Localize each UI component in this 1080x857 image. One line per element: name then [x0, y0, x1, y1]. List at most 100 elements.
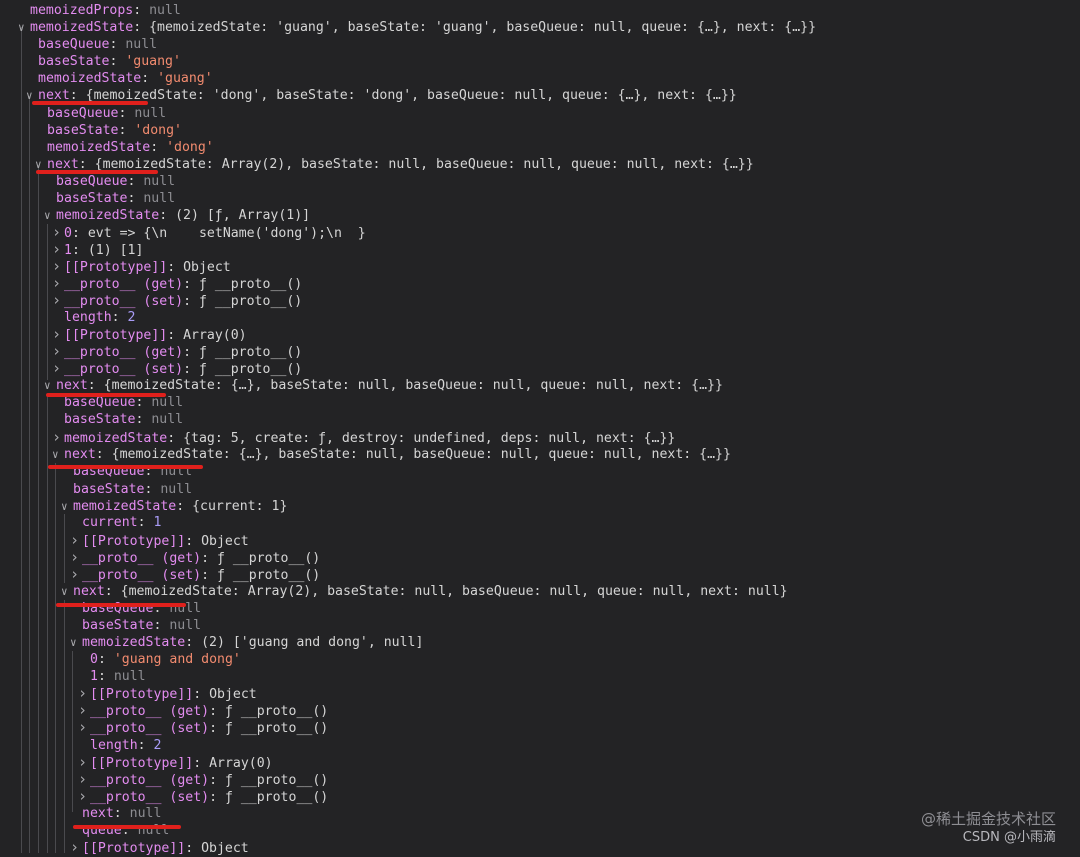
key-separator: : — [111, 310, 128, 325]
tree-row-memoizedstate[interactable]: ∨ memoizedState: {current: 1} — [61, 498, 287, 515]
property-value: ƒ __proto__() — [198, 362, 303, 377]
chevron-right-icon[interactable]: › — [78, 771, 90, 788]
property-value: null — [149, 3, 181, 18]
property-value: {memoizedState: 'dong', baseState: 'dong… — [85, 88, 737, 103]
tree-row-proto-set[interactable]: › __proto__ (set): ƒ __proto__() — [52, 292, 302, 310]
property-key: memoizedState — [38, 71, 142, 86]
key-separator: : — [144, 482, 161, 497]
property-value: null — [169, 618, 202, 633]
chevron-right-icon[interactable]: › — [70, 532, 82, 549]
chevron-right-icon[interactable]: › — [52, 241, 64, 258]
tree-row-proto-get[interactable]: › __proto__ (get): ƒ __proto__() — [70, 549, 320, 567]
tree-row-proto-set[interactable]: › __proto__ (set): ƒ __proto__() — [52, 360, 303, 378]
chevron-down-icon[interactable]: ∨ — [52, 446, 64, 463]
chevron-down-icon[interactable]: ∨ — [44, 377, 56, 394]
chevron-right-icon[interactable]: › — [70, 566, 82, 583]
csdn-watermark: CSDN @小雨滴 — [962, 830, 1056, 845]
property-key: 0 — [64, 226, 72, 241]
chevron-down-icon[interactable]: ∨ — [61, 583, 73, 600]
tree-row-basestate: baseState: 'guang' — [38, 53, 181, 70]
key-separator: : — [109, 54, 126, 69]
property-key: length — [64, 310, 112, 325]
key-separator: : — [113, 806, 130, 821]
tree-row-proto-set[interactable]: › __proto__ (set): ƒ __proto__() — [78, 719, 328, 737]
tree-row-proto-set[interactable]: › __proto__ (set): ƒ __proto__() — [70, 566, 320, 584]
chevron-right-icon[interactable]: › — [52, 258, 64, 275]
tree-row-next[interactable]: ∨ next: {memoizedState: Array(2), baseSta… — [61, 583, 788, 600]
tree-row-next[interactable]: ∨ next: {memoizedState: {…}, baseState: n… — [52, 446, 731, 463]
tree-row-proto-get[interactable]: › __proto__ (get): ƒ __proto__() — [52, 343, 302, 361]
chevron-right-icon[interactable]: › — [78, 719, 90, 736]
property-value: {current: 1} — [192, 499, 288, 514]
tree-row-memoizedstate[interactable]: › memoizedState: {tag: 5, create: ƒ, dest… — [52, 429, 675, 447]
indent-guide — [64, 600, 65, 853]
key-separator: : — [95, 447, 112, 462]
key-separator: : — [97, 669, 114, 684]
tree-row-proto-get[interactable]: › __proto__ (get): ƒ __proto__() — [52, 275, 303, 293]
chevron-down-icon[interactable]: ∨ — [70, 634, 82, 651]
property-key: baseState — [56, 191, 128, 206]
property-key: [[Prototype]] — [82, 534, 186, 549]
property-key: length — [90, 738, 138, 753]
tree-row-next[interactable]: ∨ next: {memoizedState: {…}, baseState: n… — [44, 377, 723, 394]
property-value: null — [134, 106, 167, 121]
tree-row-memoizedstate[interactable]: ∨ memoizedState: (2) [ƒ, Array(1)] — [44, 207, 310, 224]
chevron-right-icon[interactable]: › — [78, 754, 90, 771]
tree-row-proto-get[interactable]: › __proto__ (get): ƒ __proto__() — [78, 771, 328, 789]
chevron-down-icon[interactable]: ∨ — [18, 19, 30, 36]
chevron-right-icon[interactable]: › — [52, 275, 64, 292]
property-value: Object — [201, 841, 249, 856]
key-separator: : — [159, 208, 176, 223]
property-key: memoizedState — [47, 140, 151, 155]
tree-row-0[interactable]: › 0: evt => {\n setName('dong');\n } — [52, 224, 366, 242]
tree-row-prototype[interactable]: › [[Prototype]]: Object — [78, 685, 257, 703]
tree-row-1[interactable]: › 1: (1) [1] — [52, 241, 143, 259]
chevron-right-icon[interactable]: › — [52, 326, 64, 343]
chevron-right-icon[interactable]: › — [70, 839, 82, 856]
property-value: Object — [201, 534, 249, 549]
key-separator: : — [127, 191, 144, 206]
chevron-right-icon[interactable]: › — [78, 685, 90, 702]
tree-row-prototype[interactable]: › [[Prototype]]: Object — [52, 258, 231, 276]
property-value: {memoizedState: Array(2), baseState: nul… — [120, 584, 788, 599]
tree-row-prototype[interactable]: › [[Prototype]]: Array(0) — [52, 326, 247, 344]
property-key: next — [82, 806, 114, 821]
chevron-down-icon[interactable]: ∨ — [44, 207, 56, 224]
red-underline-annotation — [73, 825, 181, 829]
key-separator: : — [193, 756, 210, 771]
tree-row-next: next: null — [82, 805, 161, 822]
chevron-right-icon[interactable]: › — [52, 224, 64, 241]
tree-row-memoizedstate[interactable]: ∨ memoizedState: (2) ['guang and dong', n… — [70, 634, 423, 651]
chevron-right-icon[interactable]: › — [78, 788, 90, 805]
property-value: Object — [183, 260, 231, 275]
chevron-right-icon[interactable]: › — [52, 343, 64, 360]
key-separator: : — [209, 790, 225, 805]
tree-row-prototype[interactable]: › [[Prototype]]: Object — [70, 532, 249, 550]
tree-row-0: 0: 'guang and dong' — [90, 651, 241, 668]
chevron-down-icon[interactable]: ∨ — [61, 498, 73, 515]
key-separator: : — [185, 534, 202, 549]
tree-row-proto-get[interactable]: › __proto__ (get): ƒ __proto__() — [78, 702, 328, 720]
property-key: memoizedProps — [30, 3, 134, 18]
tree-row-proto-set[interactable]: › __proto__ (set): ƒ __proto__() — [78, 788, 328, 806]
chevron-right-icon[interactable]: › — [52, 429, 64, 446]
property-key: memoizedState — [82, 635, 186, 650]
property-key: __proto__ (set) — [64, 294, 184, 309]
tree-row-prototype[interactable]: › [[Prototype]]: Array(0) — [78, 754, 273, 772]
property-value: ƒ __proto__() — [198, 277, 303, 292]
chevron-right-icon[interactable]: › — [52, 292, 64, 309]
property-key: [[Prototype]] — [90, 756, 194, 771]
chevron-right-icon[interactable]: › — [52, 360, 64, 377]
property-value: 'guang' — [125, 54, 181, 69]
property-key: baseState — [64, 412, 136, 427]
key-separator: : — [185, 635, 202, 650]
property-key: 0 — [90, 652, 98, 667]
key-separator: : — [185, 841, 202, 856]
tree-row-memoizedstate[interactable]: ∨ memoizedState: {memoizedState: 'guang',… — [18, 19, 816, 36]
key-separator: : — [176, 499, 193, 514]
indent-guide — [47, 394, 48, 853]
chevron-right-icon[interactable]: › — [70, 549, 82, 566]
tree-row-basestate: baseState: 'dong' — [47, 122, 182, 139]
tree-row-prototype[interactable]: › [[Prototype]]: Object — [70, 839, 249, 857]
chevron-right-icon[interactable]: › — [78, 702, 90, 719]
